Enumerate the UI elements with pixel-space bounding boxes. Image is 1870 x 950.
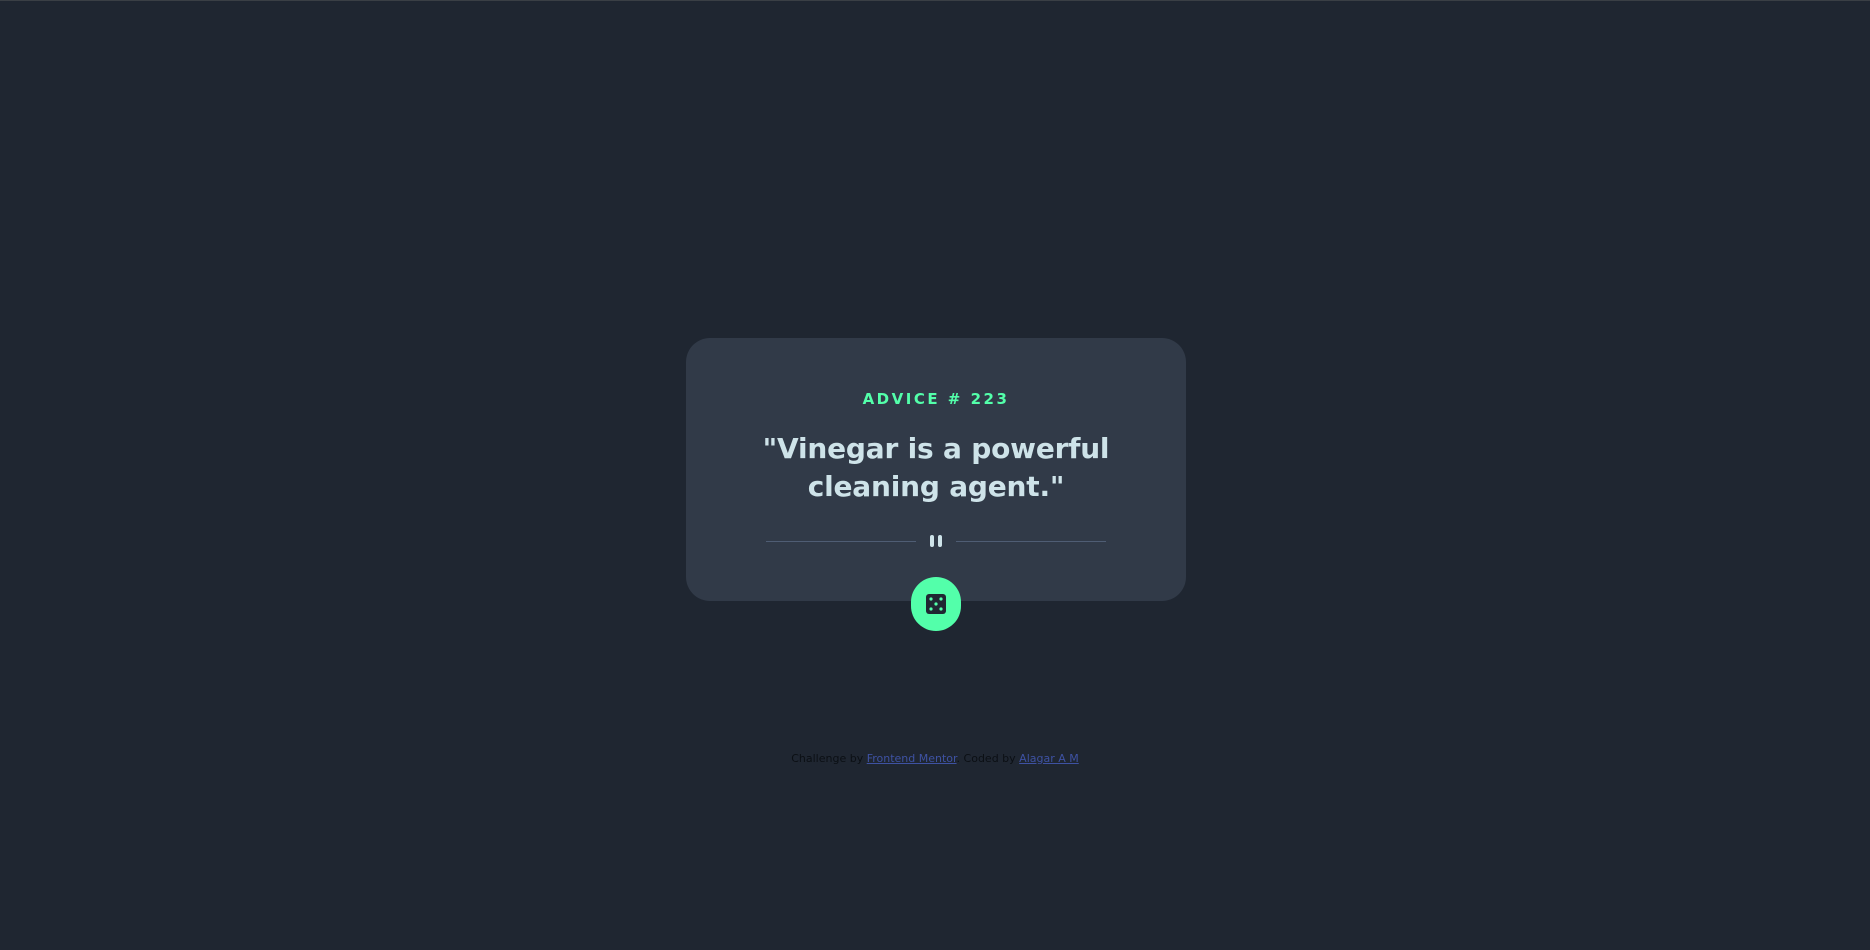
attribution-prefix: Challenge by (791, 752, 864, 765)
frontend-mentor-link[interactable]: Frontend Mentor (867, 752, 957, 765)
advice-card: ADVICE # 223 "Vinegar is a powerful clea… (686, 338, 1186, 601)
dice-icon (926, 594, 946, 614)
attribution: Challenge by Frontend Mentor. Coded by A… (0, 752, 1870, 765)
divider-line-right (956, 541, 1106, 542)
attribution-separator: . Coded by (956, 752, 1016, 765)
new-advice-button[interactable] (911, 577, 961, 631)
divider (766, 535, 1106, 547)
advice-quote: "Vinegar is a powerful cleaning agent." (762, 432, 1110, 503)
divider-line-left (766, 541, 916, 542)
author-link[interactable]: Alagar A M (1019, 752, 1079, 765)
advice-heading: ADVICE # 223 (862, 390, 1010, 408)
pause-icon (928, 535, 944, 547)
